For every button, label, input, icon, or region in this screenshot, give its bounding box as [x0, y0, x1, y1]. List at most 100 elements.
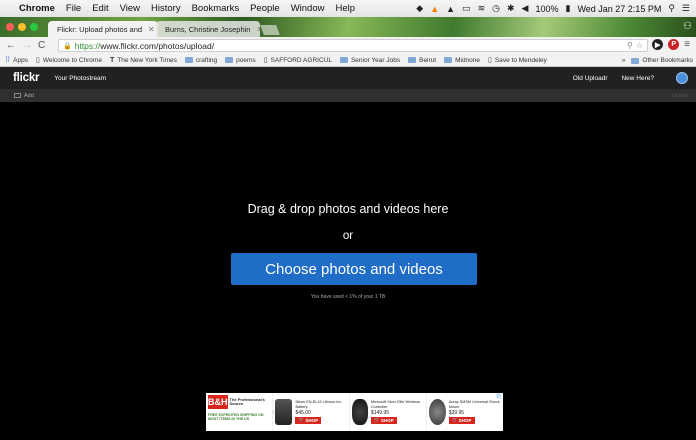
search-icon[interactable]: ⚲: [627, 41, 633, 50]
bookmark-crafting[interactable]: crafting: [184, 57, 217, 64]
product-name: Microsoft Xbox Elite Wireless Controller: [370, 400, 421, 409]
menu-bookmarks[interactable]: Bookmarks: [192, 3, 240, 14]
time-machine-icon[interactable]: ◷: [492, 3, 500, 14]
tab-close-icon[interactable]: ✕: [256, 25, 260, 34]
menu-window[interactable]: Window: [291, 3, 325, 14]
tab-close-icon[interactable]: ✕: [148, 25, 155, 34]
notification-center-icon[interactable]: ☰: [682, 3, 690, 14]
minimize-window-icon[interactable]: [18, 23, 26, 31]
bookmarks-bar: ⠿ Apps ▯ Welcome to Chrome T The New Yor…: [0, 54, 696, 67]
bookmark-beirut[interactable]: Beirut: [408, 57, 436, 64]
url-text: www.flickr.com/photos/upload/: [100, 40, 215, 51]
reload-icon[interactable]: C: [38, 40, 45, 51]
menu-history[interactable]: History: [151, 3, 181, 14]
forward-icon[interactable]: →: [22, 40, 32, 51]
menu-people[interactable]: People: [250, 3, 280, 14]
window-controls: [6, 23, 38, 31]
zoom-window-icon[interactable]: [30, 23, 38, 31]
ad-brand[interactable]: B&H The Professional's Source FREE EXPED…: [206, 393, 272, 431]
old-uploadr-link[interactable]: Old Uploadr: [573, 75, 608, 82]
battery-icon[interactable]: ▮: [565, 3, 570, 14]
shop-button[interactable]: 🛒 SHOP: [448, 416, 475, 424]
spotlight-search-icon[interactable]: ⚲: [668, 3, 675, 14]
bookmark-label: Apps: [13, 56, 28, 64]
ad-banner[interactable]: B&H The Professional's Source FREE EXPED…: [206, 393, 503, 431]
drop-zone-or: or: [342, 230, 354, 242]
menu-view[interactable]: View: [120, 3, 140, 14]
new-tab-button[interactable]: [260, 25, 280, 35]
bh-logo: B&H The Professional's Source: [208, 395, 270, 409]
cart-icon: 🛒: [452, 417, 458, 423]
drive-icon[interactable]: ▲: [446, 4, 455, 14]
bookmark-senior-year-jobs[interactable]: Senior Year Jobs: [339, 57, 400, 64]
omnibox-actions: ⚲ ☆: [627, 40, 643, 51]
your-photostream-link[interactable]: Your Photostream: [54, 75, 106, 82]
close-window-icon[interactable]: [6, 23, 14, 31]
bookmark-poems[interactable]: poems: [225, 57, 256, 64]
bookmark-star-icon[interactable]: ☆: [636, 41, 643, 50]
clock[interactable]: Wed Jan 27 2:15 PM: [577, 4, 661, 14]
bookmark-midnone[interactable]: Midnone: [444, 57, 480, 64]
new-here-link[interactable]: New Here?: [621, 75, 654, 82]
flickr-logo[interactable]: flickr: [13, 72, 39, 84]
avatar[interactable]: [676, 72, 688, 84]
bookmarks-more-button[interactable]: »: [622, 57, 626, 64]
tab-burns[interactable]: Burns, Christine Josephin ✕: [156, 21, 260, 37]
product-price: $149.95: [370, 409, 389, 416]
add-photos-icon[interactable]: [14, 93, 21, 98]
chrome-menu-icon[interactable]: ≡: [684, 39, 690, 50]
ad-product-3[interactable]: Auray SMSM Universal Shock Mount $39.95 …: [426, 393, 503, 431]
profile-icon[interactable]: ⚇: [683, 21, 692, 32]
flickr-header: flickr Your Photostream Old Uploadr New …: [0, 67, 696, 89]
upload-button[interactable]: Upload: [672, 93, 688, 99]
menu-help[interactable]: Help: [335, 3, 355, 14]
extension-play-icon[interactable]: ▶: [652, 39, 664, 50]
tab-flickr-upload[interactable]: Flickr: Upload photos and ✕: [48, 21, 158, 37]
page-icon: ▯: [35, 57, 40, 64]
volume-icon[interactable]: ◀: [522, 3, 529, 14]
bluetooth-icon[interactable]: ✱: [507, 3, 515, 14]
address-bar[interactable]: 🔒 https:// www.flickr.com/photos/upload/…: [58, 39, 648, 52]
shop-button[interactable]: 🛒 SHOP: [295, 416, 322, 424]
apps-grid-icon: ⠿: [5, 57, 11, 64]
pinterest-icon[interactable]: P: [668, 39, 680, 50]
battery-percent[interactable]: 100%: [535, 4, 558, 14]
folder-icon: [408, 57, 417, 63]
menu-app-name[interactable]: Chrome: [19, 3, 55, 14]
product-info: Nikon EN-EL15 Lithium-Ion Battery $45.00…: [295, 400, 347, 424]
wifi-icon[interactable]: ≋: [478, 3, 486, 14]
bookmark-label: Other Bookmarks: [642, 57, 693, 64]
folder-icon: [444, 57, 453, 63]
vlc-icon[interactable]: ▲: [430, 4, 439, 14]
bookmark-welcome[interactable]: ▯ Welcome to Chrome: [35, 56, 102, 65]
folder-icon: [339, 57, 348, 63]
product-info: Microsoft Xbox Elite Wireless Controller…: [370, 400, 424, 424]
airplay-icon[interactable]: ▭: [462, 3, 471, 14]
back-icon[interactable]: ←: [6, 40, 16, 51]
dropbox-icon[interactable]: ◆: [416, 3, 423, 14]
lock-icon[interactable]: 🔒: [63, 42, 72, 50]
bookmark-safford[interactable]: ▯ SAFFORD AGRICUL: [264, 56, 332, 65]
menu-edit[interactable]: Edit: [92, 3, 108, 14]
adchoices-icon[interactable]: ▷: [496, 393, 502, 399]
tab-strip: Flickr: Upload photos and ✕ Burns, Chris…: [0, 17, 696, 37]
bookmark-label: poems: [236, 56, 256, 64]
product-price: $39.95: [448, 409, 465, 416]
battery-image: [275, 399, 293, 425]
menu-file[interactable]: File: [66, 3, 81, 14]
shop-label: SHOP: [380, 417, 394, 423]
ad-product-2[interactable]: Microsoft Xbox Elite Wireless Controller…: [349, 393, 426, 431]
ad-product-1[interactable]: Nikon EN-EL15 Lithium-Ion Battery $45.00…: [272, 393, 349, 431]
add-button[interactable]: Add: [24, 93, 34, 99]
drop-zone[interactable]: Drag & drop photos and videos here or Ch…: [0, 102, 696, 440]
bookmark-mendeley[interactable]: ▯ Save to Mendeley: [488, 56, 547, 65]
menubar-status-area: ◆ ▲ ▲ ▭ ≋ ◷ ✱ ◀ 100% ▮ Wed Jan 27 2:15 P…: [416, 0, 690, 17]
bookmark-nyt[interactable]: T The New York Times: [110, 57, 177, 64]
choose-photos-button[interactable]: Choose photos and videos: [231, 253, 477, 285]
tab-title: Flickr: Upload photos and: [57, 24, 143, 34]
shop-button[interactable]: 🛒 SHOP: [370, 416, 397, 424]
bookmark-label: Midnone: [455, 56, 481, 64]
free-shipping-text: FREE EXPEDITED SHIPPING ON MOST ITEMS IN…: [208, 413, 264, 421]
bookmark-apps[interactable]: ⠿ Apps: [5, 56, 28, 65]
bookmark-other[interactable]: Other Bookmarks: [631, 57, 693, 64]
